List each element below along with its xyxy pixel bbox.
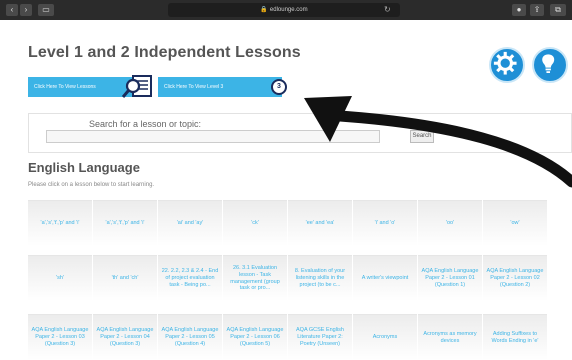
lesson-label: 22. 2.2, 2.3 & 2.4 - End of project eval… [161,268,219,288]
download-icon[interactable]: ● [512,4,526,16]
lesson-tile[interactable]: 'ck' [223,200,287,246]
lesson-label: AQA English Language Paper 2 - Lesson 01… [421,268,479,288]
tabs-icon[interactable]: ⧉ [550,4,566,16]
lesson-label: 'ck' [251,220,259,227]
lesson-tile[interactable]: Adding Suffixes to Words Ending in 'e' [483,314,547,360]
lesson-tile[interactable]: AQA English Language Paper 2 - Lesson 01… [418,255,482,301]
page-title: Level 1 and 2 Independent Lessons [28,44,301,61]
lesson-tile[interactable]: 'a','s','t','p' and 'i' [28,200,92,246]
view-level3-button[interactable]: Click Here To View Level 3 [158,77,282,97]
share-icon[interactable]: ⇪ [530,4,544,16]
browser-toolbar: ‹ › ▭ 🔒 edlounge.com ↻ ● ⇪ ⧉ [0,0,572,20]
view-lessons-button[interactable]: Click Here To View Lessons [28,77,132,97]
url-text: edlounge.com [269,7,308,13]
lesson-label: Adding Suffixes to Words Ending in 'e' [491,330,539,344]
lesson-tile[interactable]: 22. 2.2, 2.3 & 2.4 - End of project eval… [158,255,222,301]
lesson-label: Acronyms [372,334,398,341]
lesson-label: 'oo' [445,220,455,227]
lesson-tile[interactable]: 'th' and 'ch' [93,255,157,301]
lesson-tile[interactable]: 'sh' [28,255,92,301]
lesson-label: A writer's viewpoint [361,275,409,282]
lesson-label: 'th' and 'ch' [111,275,139,282]
lesson-tile[interactable]: 'ow' [483,200,547,246]
settings-button[interactable] [489,47,525,83]
lesson-tile[interactable]: A writer's viewpoint [353,255,417,301]
lesson-label: 8. Evaluation of your listening skills i… [294,268,346,288]
lock-icon: 🔒 [260,7,268,13]
lesson-label: AQA English Language Paper 2 - Lesson 03… [31,327,89,347]
lesson-tile[interactable]: AQA GCSE English Literature Paper 2: Poe… [288,314,352,360]
lesson-tile[interactable]: AQA English Language Paper 2 - Lesson 02… [483,255,547,301]
lesson-label: AQA English Language Paper 2 - Lesson 04… [96,327,154,347]
section-subtitle: Please click on a lesson below to start … [28,182,155,188]
lesson-tile[interactable]: 'ai' and 'ay' [158,200,222,246]
lesson-tile[interactable]: 'ee' and 'ea' [288,200,352,246]
lesson-tile[interactable]: 'i' and 'o' [353,200,417,246]
lesson-label: 'ee' and 'ea' [305,220,335,227]
help-button[interactable] [532,47,568,83]
lesson-label: AQA English Language Paper 2 - Lesson 02… [486,268,544,288]
lesson-label: 'a','s','t','p' and 'i' [105,220,145,227]
reload-icon[interactable]: ↻ [384,3,391,17]
lesson-tile[interactable]: AQA English Language Paper 2 - Lesson 05… [158,314,222,360]
lesson-tile[interactable]: 8. Evaluation of your listening skills i… [288,255,352,301]
lesson-label: AQA English Language Paper 2 - Lesson 06… [226,327,284,347]
lesson-tile[interactable]: 'oo' [418,200,482,246]
lesson-tile[interactable]: Acronyms [353,314,417,360]
search-label: Search for a lesson or topic: [89,119,202,129]
gear-icon [493,51,517,75]
lightbulb-icon [542,54,555,73]
lesson-tile[interactable]: AQA English Language Paper 2 - Lesson 06… [223,314,287,360]
lesson-tile[interactable]: AQA English Language Paper 2 - Lesson 04… [93,314,157,360]
lesson-label: 'sh' [56,275,64,282]
lesson-label: 26. 3.1 Evaluation lesson - Task managem… [230,264,280,292]
lesson-label: Acronyms as memory devices [423,330,477,344]
search-input[interactable] [46,130,380,143]
back-button[interactable]: ‹ [6,4,18,16]
search-button[interactable]: Search [410,130,434,143]
lesson-label: 'ai' and 'ay' [176,220,204,227]
level-3-badge: 3 [271,79,287,95]
forward-button[interactable]: › [20,4,32,16]
lesson-label: 'i' and 'o' [374,220,396,227]
address-bar[interactable]: 🔒 edlounge.com [168,3,400,17]
lesson-label: AQA GCSE English Literature Paper 2: Poe… [296,327,344,347]
magnifier-icon[interactable] [122,72,154,100]
lesson-tile[interactable]: 'a','s','t','p' and 'i' [93,200,157,246]
sidebar-toggle-icon[interactable]: ▭ [38,4,54,16]
lesson-label: 'ow' [510,220,520,227]
lesson-tile[interactable]: 26. 3.1 Evaluation lesson - Task managem… [223,255,287,301]
lesson-label: AQA English Language Paper 2 - Lesson 05… [161,327,219,347]
lesson-label: 'a','s','t','p' and 'i' [40,220,80,227]
lesson-tile[interactable]: Acronyms as memory devices [418,314,482,360]
lesson-tile[interactable]: AQA English Language Paper 2 - Lesson 03… [28,314,92,360]
section-title: English Language [28,160,140,175]
